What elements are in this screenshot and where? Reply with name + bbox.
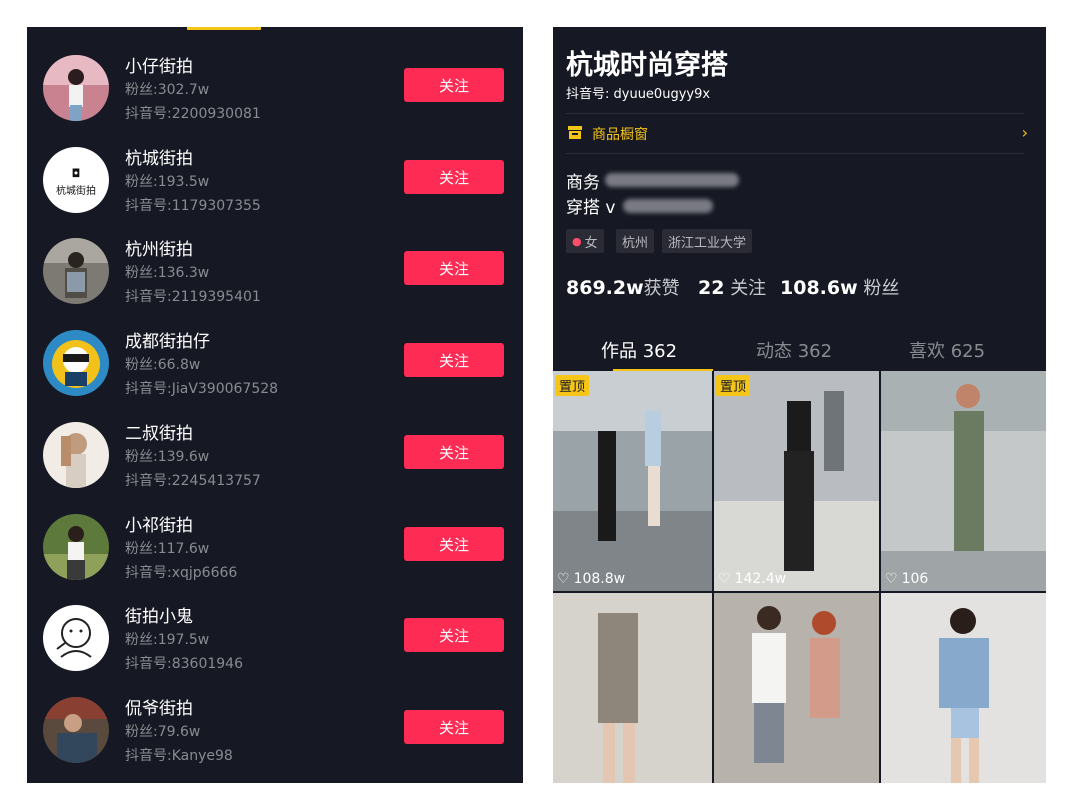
douyin-id: 抖音号:xqjp6666 (125, 565, 238, 581)
tab-dynamic[interactable]: 动态 362 (756, 337, 832, 363)
female-icon: ● (572, 234, 582, 248)
avatar[interactable] (43, 605, 109, 671)
avatar[interactable] (43, 330, 109, 396)
douyin-id: 抖音号:2119395401 (125, 289, 261, 305)
divider (566, 153, 1024, 154)
pinned-badge: 置顶 (555, 375, 590, 396)
shop-icon (568, 126, 582, 139)
fans-count: 粉丝:117.6w (125, 541, 210, 557)
fans-count: 粉丝:136.3w (125, 265, 210, 281)
follow-button[interactable]: 关注 (404, 68, 504, 102)
account-name[interactable]: 成都街拍仔 (125, 327, 210, 352)
avatar[interactable] (43, 514, 109, 580)
avatar[interactable]: ◘ 杭城街拍 (43, 147, 109, 213)
heart-icon: ♡ (718, 571, 731, 587)
following-stat[interactable]: 22 关注 (698, 274, 766, 300)
follow-button[interactable]: 关注 (404, 527, 504, 561)
account-row[interactable]: 小仔街拍 粉丝:302.7w 抖音号:2200930081 关注 (27, 55, 523, 147)
account-row[interactable]: 杭州街拍 粉丝:136.3w 抖音号:2119395401 关注 (27, 238, 523, 330)
douyin-id: 抖音号:JiaV390067528 (125, 381, 279, 397)
heart-icon: ♡ (557, 571, 570, 587)
account-row[interactable]: 二叔街拍 粉丝:139.6w 抖音号:2245413757 关注 (27, 422, 523, 514)
follow-button[interactable]: 关注 (404, 618, 504, 652)
account-name[interactable]: 杭城街拍 (125, 144, 193, 169)
blurred-contact (623, 199, 713, 213)
account-row[interactable]: ◘ 杭城街拍 杭城街拍 粉丝:193.5w 抖音号:1179307355 关注 (27, 147, 523, 239)
profile-title: 杭城时尚穿搭 (566, 50, 728, 81)
like-count: ♡ 142.4w (718, 571, 787, 587)
account-name[interactable]: 街拍小鬼 (125, 602, 193, 627)
follow-button[interactable]: 关注 (404, 160, 504, 194)
account-row[interactable]: 街拍小鬼 粉丝:197.5w 抖音号:83601946 关注 (27, 605, 523, 697)
divider (566, 113, 1024, 114)
likes-stat[interactable]: 869.2w获赞 (566, 274, 680, 300)
fans-count: 粉丝:66.8w (125, 357, 201, 373)
profile-douyin-id: 抖音号: dyuue0ugyy9x (566, 87, 711, 102)
fans-stat[interactable]: 108.6w 粉丝 (780, 274, 899, 300)
heart-icon: ♡ (885, 571, 898, 587)
fans-count: 粉丝:197.5w (125, 632, 210, 648)
douyin-id: 抖音号:2200930081 (125, 106, 261, 122)
account-name[interactable]: 侃爷街拍 (125, 694, 193, 719)
shop-window-link[interactable]: 商品橱窗 › (566, 123, 1032, 147)
video-thumbnail[interactable]: 置顶 ♡ 142.4w (714, 371, 879, 591)
bio-line: 穿搭 v (566, 198, 616, 218)
camera-icon: ◘ (71, 167, 81, 180)
avatar[interactable] (43, 238, 109, 304)
video-thumbnail[interactable] (553, 593, 712, 783)
avatar-label: 杭城街拍 (56, 186, 96, 197)
bio-line: 商务 (566, 173, 600, 193)
douyin-id: 抖音号:83601946 (125, 656, 243, 672)
account-name[interactable]: 杭州街拍 (125, 235, 193, 260)
like-count: ♡ 108.8w (557, 571, 626, 587)
tab-indicator (187, 27, 261, 30)
video-grid: 置顶 ♡ 108.8w 置顶 ♡ 142.4w ♡ 106 (553, 371, 1046, 783)
account-row[interactable]: 成都街拍仔 粉丝:66.8w 抖音号:JiaV390067528 关注 (27, 330, 523, 422)
chevron-right-icon: › (1021, 123, 1028, 142)
video-thumbnail[interactable]: 置顶 ♡ 108.8w (553, 371, 712, 591)
follow-button[interactable]: 关注 (404, 343, 504, 377)
account-row[interactable]: 小祁街拍 粉丝:117.6w 抖音号:xqjp6666 关注 (27, 514, 523, 606)
douyin-id: 抖音号:Kanye98 (125, 748, 233, 764)
fans-count: 粉丝:193.5w (125, 174, 210, 190)
douyin-id: 抖音号:1179307355 (125, 198, 261, 214)
account-name[interactable]: 小祁街拍 (125, 511, 193, 536)
profile-panel: 杭城时尚穿搭 抖音号: dyuue0ugyy9x 商品橱窗 › 商务 穿搭 v … (553, 27, 1046, 783)
avatar[interactable] (43, 55, 109, 121)
tab-likes[interactable]: 喜欢 625 (909, 337, 985, 363)
follow-button[interactable]: 关注 (404, 710, 504, 744)
avatar[interactable] (43, 422, 109, 488)
fans-count: 粉丝:139.6w (125, 449, 210, 465)
video-thumbnail[interactable] (714, 593, 879, 783)
follow-button[interactable]: 关注 (404, 435, 504, 469)
account-name[interactable]: 二叔街拍 (125, 419, 193, 444)
school-tag: 浙江工业大学 (662, 229, 753, 253)
account-row[interactable]: 侃爷街拍 粉丝:79.6w 抖音号:Kanye98 关注 (27, 697, 523, 783)
recommended-accounts-panel: 小仔街拍 粉丝:302.7w 抖音号:2200930081 关注 ◘ 杭城街拍 … (27, 27, 523, 783)
douyin-id: 抖音号:2245413757 (125, 473, 261, 489)
city-tag: 杭州 (616, 229, 655, 253)
account-name[interactable]: 小仔街拍 (125, 52, 193, 77)
avatar[interactable] (43, 697, 109, 763)
blurred-contact (605, 173, 739, 187)
video-thumbnail[interactable]: ♡ 106 (881, 371, 1046, 591)
gender-tag: ● 女 (566, 229, 604, 253)
like-count: ♡ 106 (885, 571, 929, 587)
follow-button[interactable]: 关注 (404, 251, 504, 285)
video-thumbnail[interactable] (881, 593, 1046, 783)
shop-window-label: 商品橱窗 (592, 127, 648, 143)
pinned-badge: 置顶 (716, 375, 751, 396)
fans-count: 粉丝:79.6w (125, 724, 201, 740)
fans-count: 粉丝:302.7w (125, 82, 210, 98)
tab-works[interactable]: 作品 362 (601, 337, 677, 363)
